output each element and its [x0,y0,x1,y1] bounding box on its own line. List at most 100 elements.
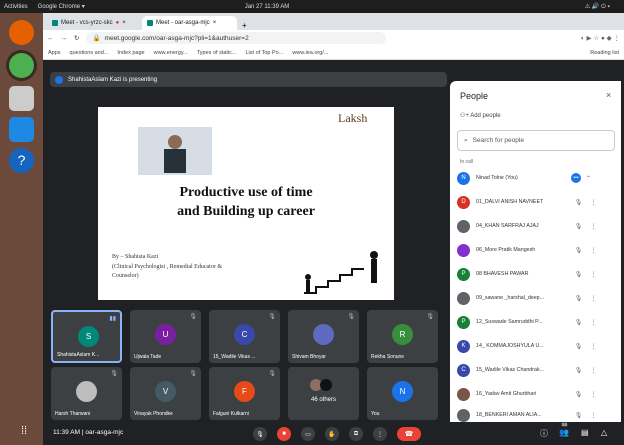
search-input[interactable]: ⌕ Search for people [457,130,615,151]
avatar [457,408,470,422]
people-title: People [460,91,489,101]
participant-tile[interactable]: S ▮▮ ShahistaAslam K... [51,310,122,363]
address-bar[interactable]: 🔒 meet.google.com/oar-asga-mjc?pli=1&auth… [86,32,387,44]
stairs-illustration [304,251,378,294]
avatar: R [392,324,413,345]
forward-icon[interactable]: → [61,35,68,42]
leave-call-button[interactable]: ☎ [397,427,421,441]
raise-hand-button[interactable]: ✋ [325,427,339,441]
bookmarks-bar: Apps questions and... Index page www.ene… [43,46,624,60]
chat-icon[interactable]: ▤ [581,428,589,437]
system-clock[interactable]: Jan 27 11:39 AM [245,4,290,10]
meet-icon [52,20,58,26]
more-options-icon[interactable]: ⋮ [586,343,601,350]
participant-row[interactable]: 04_KHAN SARFRAJ AJAJ 🎙 ⋮ [457,216,615,236]
firefox-icon[interactable] [9,20,34,45]
participant-tile[interactable]: V 🎙 Vinayak Phondke [130,367,201,420]
people-button[interactable]: 👥 56 [559,422,569,437]
more-options-icon[interactable]: ⋮ [586,295,601,302]
tab-meet-2[interactable]: Meet - oar-asga-mjc × [142,16,237,30]
system-top-bar: Activities Google Chrome ▾ Jan 27 11:39 … [0,0,624,13]
mic-off-icon: 🎙 [574,295,583,302]
slide-author-role: (Clinical Psychologist , Remedial Educat… [112,264,222,270]
bookmark-item[interactable]: List of Top Po... [246,50,284,56]
reload-icon[interactable]: ↻ [74,34,79,42]
close-icon[interactable]: × [606,90,611,100]
participant-row[interactable]: C 15_Wadile Vikas Chandrak... 🎙 ⋮ [457,360,615,380]
more-options-icon[interactable]: ⋮ [586,271,601,278]
avatar: K [457,339,470,353]
system-tray[interactable]: ⚠ 🔊 ⏻ ▾ [585,3,610,11]
app-menu[interactable]: Google Chrome ▾ [38,3,85,10]
mic-button[interactable]: 🎙 [253,427,267,441]
participant-row[interactable]: 16_Yadav Amit Ghurbhari 🎙 ⋮ [457,384,615,404]
tab-meet-1[interactable]: Meet - vcs-yrzc-skc ● × [47,16,142,30]
participant-tile[interactable]: 🎙 Shivam Bhoyar [288,310,359,363]
others-count: 46 others [310,397,337,403]
avatar: N [392,381,413,402]
more-options-icon[interactable]: ⋮ [586,367,601,374]
captions-button[interactable]: ▭ [301,427,315,441]
back-icon[interactable]: ← [47,35,54,42]
participant-row[interactable]: 09_sawane _harshal_deep... 🎙 ⋮ [457,288,615,308]
meet-icon [147,20,153,26]
hand-icon: ✋ [328,431,336,438]
extension-icons[interactable]: ◐ ▶ ☆ ● ◆ ⋮ [581,34,620,42]
camera-off-icon: ■ [282,431,286,437]
participant-name: Shivam Bhoyar [292,354,326,360]
bookmark-item[interactable]: questions and... [70,50,109,56]
browser-window: Meet - vcs-yrzc-skc ● × Meet - oar-asga-mj… [21,13,624,445]
close-tab-icon[interactable]: × [122,20,126,26]
bookmark-item[interactable]: Types of static... [197,50,237,56]
more-options-icon[interactable]: ⋮ [586,199,601,206]
reading-list[interactable]: Reading list [590,50,619,56]
bookmark-item[interactable]: www.energy... [154,50,188,56]
mic-off-icon: 🎙 [574,367,583,374]
activities-button[interactable]: Activities [4,4,28,10]
participant-row[interactable]: N Ninad Tolne (You) ••• ⌃ [457,168,615,188]
more-options-icon[interactable]: ⋮ [586,391,601,398]
participant-row[interactable]: P 12_Suswade Samruddhi P... 🎙 ⋮ [457,312,615,332]
close-tab-icon[interactable]: × [213,20,217,26]
participant-tile[interactable]: U 🎙 Ujwala Tade [130,310,201,363]
participant-row[interactable]: D 01_DALVI ANISH NAVNEET 🎙 ⋮ [457,192,615,212]
participant-row[interactable]: P 08 BHAVESH PAWAR 🎙 ⋮ [457,264,615,284]
present-button[interactable]: ⧉ [349,427,363,441]
chrome-icon[interactable] [9,53,34,78]
more-options-icon[interactable]: ⋮ [586,319,601,326]
participant-row[interactable]: 18_BENKERI AMAN ALIA... 🎙 ⋮ [457,407,615,423]
more-options-icon[interactable]: ⋮ [586,412,601,419]
participant-tile[interactable]: F 🎙 Falguni Kulkarni [209,367,280,420]
activities-icon[interactable]: △ [601,428,607,437]
avatar: N [457,171,470,185]
avatar [320,379,332,391]
mic-off-icon: 🎙 [574,223,583,230]
participant-row[interactable]: 06_More Pratik Mangesh 🎙 ⋮ [457,240,615,260]
files-icon[interactable] [9,86,34,111]
pin-icon[interactable]: ⌃ [581,175,596,182]
participant-tile[interactable]: C 🎙 15_Wadile Vikas ... [209,310,280,363]
more-options-icon[interactable]: ••• [571,173,581,183]
participant-name: ShahistaAslam K... [57,352,100,358]
help-icon[interactable]: ? [9,148,34,173]
camera-button[interactable]: ■ [277,427,291,441]
more-options-icon[interactable]: ⋮ [586,247,601,254]
toolbar: ← → ↻ 🔒 meet.google.com/oar-asga-mjc?pli=… [43,30,624,46]
participant-tile[interactable]: R 🎙 Rekha Sonune [367,310,438,363]
avatar: F [234,381,255,402]
bookmark-item[interactable]: Index page [117,50,144,56]
others-tile[interactable]: 46 others [288,367,359,420]
info-icon[interactable]: ⓘ [540,428,548,439]
add-people-button[interactable]: ⚇+ Add people [460,112,501,119]
participant-tile[interactable]: 🎙 Harsh Tharwani [51,367,122,420]
self-tile[interactable]: N You [367,367,438,420]
participant-row[interactable]: K 14_ KOMMAJOSHYULA U... 🎙 ⋮ [457,336,615,356]
more-options-button[interactable]: ⋮ [373,427,387,441]
apps-grid-icon[interactable]: ⁞⁞ [21,425,39,443]
bookmark-item[interactable]: Apps [48,50,61,56]
document-icon[interactable] [9,117,34,142]
bookmark-item[interactable]: www.iea.org/... [292,50,328,56]
more-options-icon[interactable]: ⋮ [586,223,601,230]
mic-off-icon: 🎙 [426,314,434,320]
new-tab-button[interactable]: + [237,21,252,30]
